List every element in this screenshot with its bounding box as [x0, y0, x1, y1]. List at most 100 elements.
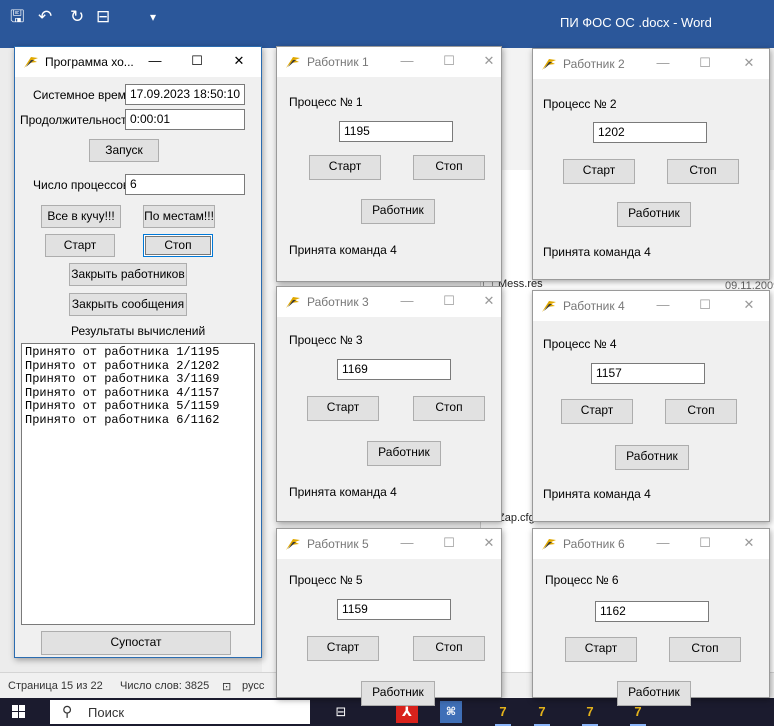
search-placeholder: Поиск: [88, 705, 125, 720]
close-icon[interactable]: ✕: [477, 290, 501, 312]
worker-start-button[interactable]: Старт: [565, 637, 637, 662]
process-value-field[interactable]: 1159: [337, 599, 451, 620]
language-indicator[interactable]: русс: [242, 680, 264, 692]
close-icon[interactable]: ✕: [477, 532, 501, 554]
worker-status: Принята команда 4: [543, 245, 651, 259]
list-item: Принято от работника 6/1162: [25, 412, 220, 427]
minimize-icon[interactable]: —: [395, 50, 419, 72]
close-icon[interactable]: ✕: [737, 532, 761, 554]
minimize-icon[interactable]: —: [395, 290, 419, 312]
process-value-field[interactable]: 1195: [339, 121, 453, 142]
maximize-icon[interactable]: ☐: [437, 290, 461, 312]
worker-status: Принята команда 4: [543, 487, 651, 501]
worker-start-button[interactable]: Старт: [563, 159, 635, 184]
worker-button[interactable]: Работник: [361, 199, 435, 224]
main-window-title: Программа хо...: [45, 55, 134, 69]
worker-window-3: Работник 3 — ☐ ✕ Процесс № 3 1169 Старт …: [276, 286, 502, 522]
worker-start-button[interactable]: Старт: [307, 636, 379, 661]
close-workers-button[interactable]: Закрыть работников: [69, 263, 187, 286]
redo-icon[interactable]: ↻: [70, 7, 84, 27]
layout-icon[interactable]: ⊟: [96, 7, 110, 27]
worker-titlebar[interactable]: Работник 3 — ☐ ✕: [277, 287, 501, 317]
close-icon[interactable]: ✕: [477, 50, 501, 72]
close-icon[interactable]: ✕: [737, 294, 761, 316]
system-time-field[interactable]: 17.09.2023 18:50:10: [125, 84, 245, 105]
word-count[interactable]: Число слов: 3825: [120, 680, 209, 692]
minimize-icon[interactable]: —: [651, 52, 675, 74]
worker-stop-button[interactable]: Стоп: [413, 155, 485, 180]
process-value-field[interactable]: 1162: [595, 601, 709, 622]
worker-button[interactable]: Работник: [361, 681, 435, 706]
search-icon: ⚲: [62, 703, 73, 719]
maximize-icon[interactable]: ☐: [437, 532, 461, 554]
worker-status: Принята команда 4: [289, 485, 397, 499]
process-value-field[interactable]: 1169: [337, 359, 451, 380]
worker-stop-button[interactable]: Стоп: [667, 159, 739, 184]
minimize-icon[interactable]: —: [395, 532, 419, 554]
list-item: Принято от работника 5/1159: [25, 399, 220, 413]
delphi-app-icon: [286, 57, 300, 68]
process-count-label: Число процессов: [33, 178, 130, 192]
all-in-heap-button[interactable]: Все в кучу!!!: [41, 205, 121, 228]
worker-titlebar[interactable]: Работник 4 — ☐ ✕: [533, 291, 769, 321]
undo-icon[interactable]: ↶: [38, 7, 52, 27]
main-window-titlebar[interactable]: Программа хо... — ☐ ✕: [15, 47, 261, 77]
worker-button[interactable]: Работник: [615, 445, 689, 470]
worker-start-button[interactable]: Старт: [561, 399, 633, 424]
network-icon[interactable]: ⌘: [440, 701, 462, 723]
proofing-icon[interactable]: ⊡: [222, 680, 231, 693]
worker-titlebar[interactable]: Работник 2 — ☐ ✕: [533, 49, 769, 79]
worker-start-button[interactable]: Старт: [309, 155, 381, 180]
worker-window-5: Работник 5 — ☐ ✕ Процесс № 5 1159 Старт …: [276, 528, 502, 706]
minimize-icon[interactable]: —: [651, 294, 675, 316]
worker-stop-button[interactable]: Стоп: [413, 636, 485, 661]
task-view-icon[interactable]: ⊟: [330, 701, 352, 723]
worker-button[interactable]: Работник: [617, 202, 691, 227]
maximize-icon[interactable]: ☐: [185, 50, 209, 72]
delphi-icon[interactable]: 7: [492, 701, 514, 726]
delphi-app-icon: [286, 297, 300, 308]
worker-stop-button[interactable]: Стоп: [665, 399, 737, 424]
minimize-icon[interactable]: —: [143, 50, 167, 72]
worker-titlebar[interactable]: Работник 5 — ☐ ✕: [277, 529, 501, 559]
close-icon[interactable]: ✕: [227, 50, 251, 72]
worker-button[interactable]: Работник: [617, 681, 691, 706]
duration-field[interactable]: 0:00:01: [125, 109, 245, 130]
supostat-button[interactable]: Супостат: [41, 631, 231, 655]
page-indicator[interactable]: Страница 15 из 22: [8, 680, 103, 692]
to-places-button[interactable]: По местам!!!: [143, 205, 215, 228]
maximize-icon[interactable]: ☐: [693, 294, 717, 316]
maximize-icon[interactable]: ☐: [437, 50, 461, 72]
delphi-icon[interactable]: 7: [531, 701, 553, 726]
process-value-field[interactable]: 1202: [593, 122, 707, 143]
worker-stop-button[interactable]: Стоп: [669, 637, 741, 662]
process-label: Процесс № 1: [289, 95, 363, 109]
start-button[interactable]: Старт: [45, 234, 115, 257]
worker-title: Работник 4: [563, 299, 625, 313]
process-value-field[interactable]: 1157: [591, 363, 705, 384]
minimize-icon[interactable]: —: [651, 532, 675, 554]
close-icon[interactable]: ✕: [737, 52, 761, 74]
worker-stop-button[interactable]: Стоп: [413, 396, 485, 421]
save-icon[interactable]: 🖫: [10, 7, 24, 27]
maximize-icon[interactable]: ☐: [693, 532, 717, 554]
taskbar-search[interactable]: ⚲ Поиск: [50, 700, 310, 724]
list-item: Принято от работника 3/1169: [25, 372, 220, 386]
process-label: Процесс № 3: [289, 333, 363, 347]
process-label: Процесс № 6: [545, 573, 619, 587]
results-memo[interactable]: Принято от работника 1/1195 Принято от р…: [21, 343, 255, 625]
process-count-field[interactable]: 6: [125, 174, 245, 195]
main-program-window: Программа хо... — ☐ ✕ Системное время 17…: [14, 46, 262, 658]
windows-start-icon[interactable]: [12, 705, 26, 719]
worker-start-button[interactable]: Старт: [307, 396, 379, 421]
customize-icon[interactable]: ▾: [150, 7, 156, 27]
maximize-icon[interactable]: ☐: [693, 52, 717, 74]
launch-button[interactable]: Запуск: [89, 139, 159, 162]
delphi-icon[interactable]: 7: [579, 701, 601, 726]
delphi-app-icon: [542, 59, 556, 70]
close-messages-button[interactable]: Закрыть сообщения: [69, 293, 187, 316]
worker-button[interactable]: Работник: [367, 441, 441, 466]
worker-titlebar[interactable]: Работник 6 — ☐ ✕: [533, 529, 769, 559]
worker-titlebar[interactable]: Работник 1 — ☐ ✕: [277, 47, 501, 77]
stop-button[interactable]: Стоп: [143, 234, 213, 257]
